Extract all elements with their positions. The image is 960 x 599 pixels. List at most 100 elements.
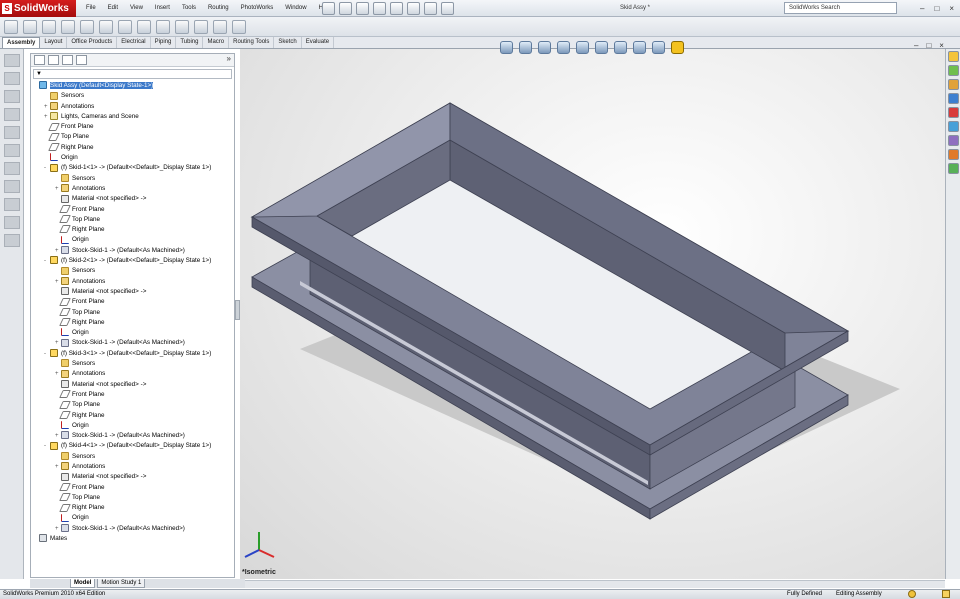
tab-electrical[interactable]: Electrical	[117, 37, 151, 48]
tree-row[interactable]: Origin	[31, 421, 234, 431]
custom-properties-icon[interactable]	[948, 135, 959, 146]
explode-side-icon[interactable]	[4, 216, 20, 229]
collapse-icon[interactable]: »	[227, 54, 231, 63]
tree-row[interactable]: Origin	[31, 235, 234, 245]
open-icon[interactable]	[339, 2, 352, 15]
tree-row[interactable]: + Lights, Cameras and Scene	[31, 112, 234, 122]
featuremanager-tab-icon[interactable]	[34, 55, 45, 65]
tree-row[interactable]: Right Plane	[31, 503, 234, 513]
zoom-area-icon[interactable]	[519, 41, 532, 54]
tab-layout[interactable]: Layout	[40, 37, 68, 48]
tab-routing-tools[interactable]: Routing Tools	[229, 37, 275, 48]
tree-row[interactable]: Skid Assy (Default<Display State-1>)	[31, 81, 234, 91]
tree-row[interactable]: Top Plane	[31, 215, 234, 225]
assembly-features-icon[interactable]	[118, 19, 132, 34]
tree-row[interactable]: + Annotations	[31, 369, 234, 379]
propertymanager-tab-icon[interactable]	[48, 55, 59, 65]
tree-row[interactable]: Sensors	[31, 91, 234, 101]
menu-window[interactable]: Window	[279, 0, 312, 17]
menu-tools[interactable]: Tools	[176, 0, 202, 17]
tree-row[interactable]: - (f) Skid-3<1> -> (Default<<Default>_Dis…	[31, 349, 234, 359]
tab-macro[interactable]: Macro	[203, 37, 230, 48]
tree-row[interactable]: + Stock-Skid-1 -> (Default<As Machined>)	[31, 338, 234, 348]
tree-row[interactable]: Material <not specified> ->	[31, 379, 234, 390]
tree-row[interactable]: Origin	[31, 513, 234, 523]
horizontal-scrollbar[interactable]	[245, 580, 945, 588]
tree-row[interactable]: Front Plane	[31, 390, 234, 400]
tab-evaluate[interactable]: Evaluate	[302, 37, 335, 48]
viewport-close-icon[interactable]: ×	[939, 41, 944, 50]
tree-row[interactable]: Sensors	[31, 452, 234, 462]
configurationmanager-tab-icon[interactable]	[62, 55, 73, 65]
edit-appearance-icon[interactable]	[633, 41, 646, 54]
tree-row[interactable]: Front Plane	[31, 297, 234, 307]
tree-row[interactable]: Material <not specified> ->	[31, 472, 234, 482]
appearances-icon[interactable]	[948, 121, 959, 132]
minimize-icon[interactable]: –	[920, 0, 924, 17]
tree-row[interactable]: + Annotations	[31, 101, 234, 112]
design-library-icon[interactable]	[948, 65, 959, 76]
select-icon[interactable]	[407, 2, 420, 15]
rebuild-icon[interactable]	[424, 2, 437, 15]
search-results-icon[interactable]	[948, 93, 959, 104]
new-icon[interactable]	[322, 2, 335, 15]
photoworks-icon[interactable]	[948, 149, 959, 160]
menu-photoworks[interactable]: PhotoWorks	[235, 0, 280, 17]
hide-side-icon[interactable]	[4, 126, 20, 139]
insert-components-side-icon[interactable]	[4, 54, 20, 67]
tree-row[interactable]: + Annotations	[31, 462, 234, 472]
close-icon[interactable]: ×	[949, 0, 954, 17]
tab-model[interactable]: Model	[70, 579, 96, 588]
mate-icon[interactable]	[23, 19, 37, 34]
bill-of-materials-icon[interactable]	[175, 19, 189, 34]
instant3d-icon[interactable]	[232, 19, 246, 34]
tree-row[interactable]: - (f) Skid-1<1> -> (Default<<Default>_Dis…	[31, 163, 234, 173]
tree-row[interactable]: - (f) Skid-4<1> -> (Default<<Default>_Dis…	[31, 441, 234, 451]
viewport-restore-icon[interactable]: □	[926, 41, 931, 50]
menu-insert[interactable]: Insert	[149, 0, 176, 17]
exploded-view-icon[interactable]	[194, 19, 208, 34]
tree-row[interactable]: + Stock-Skid-1 -> (Default<As Machined>)	[31, 246, 234, 256]
viewport-minimize-icon[interactable]: –	[914, 41, 918, 50]
tree-row[interactable]: Origin	[31, 328, 234, 338]
motion-side-icon[interactable]	[4, 180, 20, 193]
tree-row[interactable]: Top Plane	[31, 493, 234, 503]
tree-row[interactable]: Sensors	[31, 359, 234, 369]
tree-row[interactable]: Origin	[31, 153, 234, 163]
tree-row[interactable]: + Annotations	[31, 276, 234, 287]
solidworks-forum-icon[interactable]	[948, 163, 959, 174]
tab-sketch[interactable]: Sketch	[274, 37, 302, 48]
tree-row[interactable]: + Annotations	[31, 184, 234, 194]
tab-tubing[interactable]: Tubing	[176, 37, 204, 48]
tree-row[interactable]: + Stock-Skid-1 -> (Default<As Machined>)	[31, 524, 234, 534]
undo-icon[interactable]	[390, 2, 403, 15]
apply-scene-icon[interactable]	[652, 41, 665, 54]
tree-row[interactable]: Right Plane	[31, 143, 234, 153]
tree-row[interactable]: Mates	[31, 534, 234, 544]
tree-row[interactable]: Material <not specified> ->	[31, 194, 234, 204]
new-motion-study-icon[interactable]	[156, 19, 170, 34]
tab-office-products[interactable]: Office Products	[67, 37, 118, 48]
menu-view[interactable]: View	[124, 0, 149, 17]
tree-row[interactable]: + Stock-Skid-1 -> (Default<As Machined>)	[31, 431, 234, 441]
file-explorer-icon[interactable]	[948, 79, 959, 90]
interference-side-icon[interactable]	[4, 234, 20, 247]
tab-piping[interactable]: Piping	[151, 37, 177, 48]
dimxpert-tab-icon[interactable]	[76, 55, 87, 65]
move-component-icon[interactable]	[80, 19, 94, 34]
geometry-side-icon[interactable]	[4, 162, 20, 175]
search-input[interactable]: SolidWorks Search	[784, 2, 897, 14]
features-side-icon[interactable]	[4, 144, 20, 157]
menu-edit[interactable]: Edit	[102, 0, 124, 17]
linear-pattern-icon[interactable]	[42, 19, 56, 34]
tree-row[interactable]: Top Plane	[31, 132, 234, 142]
help-icon[interactable]	[908, 590, 916, 598]
previous-view-icon[interactable]	[538, 41, 551, 54]
realview-icon[interactable]	[671, 41, 684, 54]
tree-row[interactable]: Front Plane	[31, 122, 234, 132]
smart-fasteners-icon[interactable]	[61, 19, 75, 34]
maximize-icon[interactable]: □	[934, 0, 939, 17]
tab-motion-study[interactable]: Motion Study 1	[97, 579, 146, 588]
solidworks-logo[interactable]: S SolidWorks	[0, 0, 76, 17]
display-style-icon[interactable]	[595, 41, 608, 54]
